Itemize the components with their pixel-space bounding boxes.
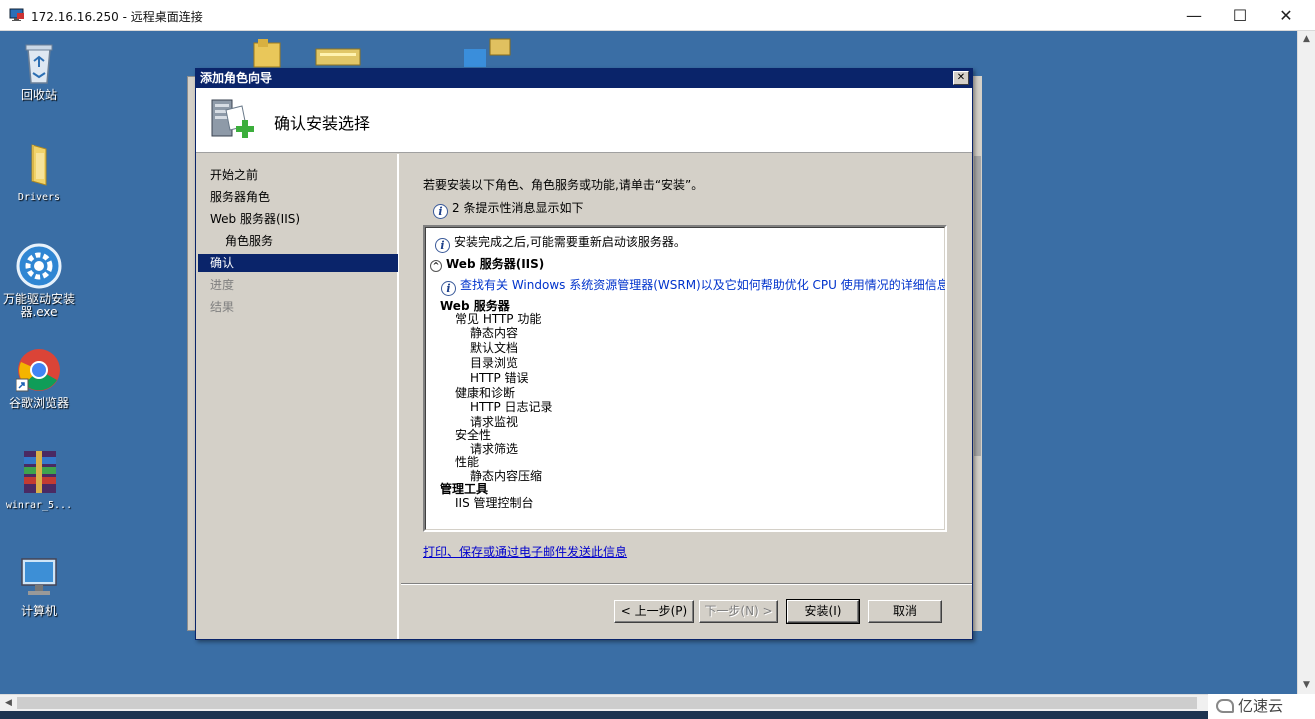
info-icon: i — [441, 281, 456, 296]
wsrm-info: i 查找有关 Windows 系统资源管理器(WSRM)以及它如何帮助优化 CPU… — [441, 276, 945, 296]
back-button[interactable]: < 上一步(P) — [614, 600, 694, 623]
desktop-icon-drivers[interactable]: Drivers — [1, 141, 77, 204]
install-button[interactable]: 安装(I) — [786, 599, 860, 624]
watermark-text: 亿速云 — [1238, 697, 1284, 715]
dialog-title: 添加角色向导 — [200, 71, 273, 85]
info-icon: i — [433, 204, 448, 219]
collapse-icon[interactable]: ^ — [430, 260, 442, 272]
drive-icon[interactable] — [314, 45, 362, 67]
nav-step-role-services[interactable]: 角色服务 — [198, 232, 398, 250]
nav-step-web-server[interactable]: Web 服务器(IIS) — [198, 210, 398, 228]
tree-item: IIS 管理控制台 — [455, 496, 534, 510]
computer-icon — [16, 555, 62, 601]
vertical-scrollbar[interactable]: ▲ ▼ — [1297, 31, 1315, 694]
dialog-right-scrollbar[interactable] — [973, 76, 982, 631]
desktop-icon-computer[interactable]: 计算机 — [1, 555, 77, 618]
role-heading: ^ Web 服务器(IIS) — [430, 255, 544, 272]
scroll-up-icon[interactable]: ▲ — [1298, 31, 1315, 48]
button-separator — [401, 583, 972, 585]
wsrm-link[interactable]: 查找有关 Windows 系统资源管理器(WSRM)以及它如何帮助优化 CPU … — [460, 278, 945, 292]
desktop-icon-label: 回收站 — [20, 88, 57, 102]
nav-step-results: 结果 — [210, 300, 235, 314]
add-roles-wizard-dialog: 添加角色向导 ✕ 确认安装选择 开始之前 服务器角色 Web 服务器(IIS) … — [195, 68, 973, 640]
scroll-thumb[interactable] — [17, 697, 1197, 709]
taskbar-strip — [0, 711, 1315, 719]
desktop-icon-recycle-bin[interactable]: 回收站 — [1, 39, 77, 102]
scroll-left-icon[interactable]: ◀ — [0, 695, 17, 712]
server-add-icon — [208, 96, 256, 144]
desktop-icon-label: 万能驱动安装器.exe — [2, 292, 75, 319]
info-message-count: i 2 条提示性消息显示如下 — [433, 199, 583, 219]
desktop-icon-label: 谷歌浏览器 — [8, 396, 69, 410]
info-count-text: 2 条提示性消息显示如下 — [452, 201, 584, 215]
watermark: 亿速云 — [1208, 694, 1315, 719]
rdp-titlebar: 172.16.16.250 - 远程桌面连接 — ☐ ✕ — [0, 0, 1315, 31]
cancel-button[interactable]: 取消 — [868, 600, 942, 623]
folder-icon — [16, 141, 62, 187]
info-icon: i — [435, 238, 450, 253]
chrome-icon — [15, 347, 62, 393]
role-heading-text: Web 服务器(IIS) — [446, 257, 545, 271]
next-button: 下一步(N) > — [699, 600, 778, 623]
recycle-bin-icon — [16, 39, 62, 85]
dialog-header: 确认安装选择 — [196, 88, 972, 153]
print-save-email-link[interactable]: 打印、保存或通过电子邮件发送此信息 — [423, 543, 627, 560]
watermark-logo-icon — [1216, 699, 1234, 713]
desktop-icon-winrar[interactable]: winrar_5... — [1, 449, 77, 512]
folder-icon[interactable] — [250, 39, 284, 69]
rdp-window-title: 172.16.16.250 - 远程桌面连接 — [31, 10, 203, 24]
dialog-close-button[interactable]: ✕ — [953, 71, 969, 85]
minimize-button[interactable]: — — [1171, 0, 1217, 31]
nav-step-confirmation[interactable]: 确认 — [198, 254, 398, 272]
desktop-icon-label: Drivers — [17, 192, 61, 203]
nav-step-progress: 进度 — [210, 278, 235, 292]
remote-desktop-icon — [9, 8, 25, 22]
desktop-icon-driver-installer[interactable]: 万能驱动安装器.exe — [1, 243, 77, 319]
wizard-main-panel: 若要安装以下角色、角色服务或功能,请单击“安装”。 i2 条提示性消息显示如下 … — [401, 154, 972, 639]
page-title: 确认安装选择 — [274, 114, 371, 133]
desktop-icon-label: 计算机 — [20, 604, 57, 618]
intro-text: 若要安装以下角色、角色服务或功能,请单击“安装”。 — [423, 178, 704, 192]
dialog-titlebar: 添加角色向导 ✕ — [196, 69, 972, 88]
installation-summary[interactable]: i 安装完成之后,可能需要重新启动该服务器。 ^ Web 服务器(IIS) i 查找有… — [423, 225, 947, 532]
restart-note-text: 安装完成之后,可能需要重新启动该服务器。 — [454, 235, 686, 249]
wizard-step-nav: 开始之前 服务器角色 Web 服务器(IIS) 角色服务 确认 进度 结果 — [196, 154, 399, 639]
desktop-icon-label: winrar_5... — [5, 500, 73, 511]
gear-app-icon — [16, 243, 62, 289]
desktop-icon-chrome[interactable]: 谷歌浏览器 — [1, 347, 77, 410]
network-icon[interactable] — [464, 37, 514, 67]
nav-step-server-roles[interactable]: 服务器角色 — [198, 188, 398, 206]
winrar-icon — [16, 449, 62, 495]
horizontal-scrollbar[interactable]: ◀ — [0, 694, 1297, 711]
scroll-down-icon[interactable]: ▼ — [1298, 677, 1315, 694]
maximize-button[interactable]: ☐ — [1217, 0, 1263, 31]
close-button[interactable]: ✕ — [1263, 0, 1309, 31]
nav-step-before-you-begin[interactable]: 开始之前 — [198, 166, 398, 184]
restart-note: i 安装完成之后,可能需要重新启动该服务器。 — [435, 233, 686, 253]
